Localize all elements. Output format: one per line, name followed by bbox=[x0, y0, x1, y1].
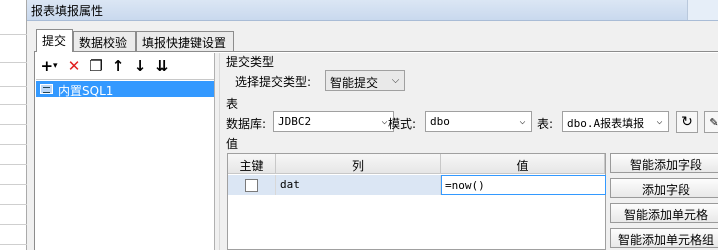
smart-add-cell-group-button[interactable]: 智能添加单元格组 bbox=[610, 228, 718, 248]
column-header-primary-key[interactable]: 主键 bbox=[228, 154, 276, 174]
tab-data-validation[interactable]: 数据校验 bbox=[73, 31, 136, 51]
chevron-down-icon: ⌵ bbox=[651, 112, 668, 131]
database-label: 数据库: bbox=[226, 117, 267, 131]
table-section-label: 表 bbox=[226, 97, 239, 111]
tab-data-validation-label: 数据校验 bbox=[79, 36, 128, 50]
sheet-row-line bbox=[0, 34, 27, 35]
edit-icon: ✎ bbox=[709, 115, 718, 129]
column-cell[interactable]: dat bbox=[276, 175, 441, 195]
table-label: 表: bbox=[537, 117, 554, 131]
move-down-icon: ↓ bbox=[133, 57, 147, 75]
sheet-row-line bbox=[0, 184, 27, 185]
smart-add-cell-button[interactable]: 智能添加单元格 bbox=[610, 203, 718, 223]
tab-shortcut-settings[interactable]: 填报快捷键设置 bbox=[136, 31, 234, 51]
database-select[interactable]: JDBC2 ⌵ bbox=[273, 111, 394, 132]
schema-value: dbo bbox=[430, 115, 450, 128]
move-bottom-button[interactable]: ⇊ bbox=[152, 55, 172, 77]
column-header-column[interactable]: 列 bbox=[276, 154, 441, 174]
toolbar-divider bbox=[36, 79, 214, 80]
sheet-row-line bbox=[0, 244, 27, 245]
value-cell[interactable]: =now() bbox=[441, 175, 606, 195]
copy-button[interactable]: ❐ bbox=[86, 55, 106, 77]
copy-icon: ❐ bbox=[89, 57, 103, 75]
add-field-button[interactable]: 添加字段 bbox=[610, 178, 718, 198]
field-mapping-table[interactable]: 主键 列 值 dat =now() bbox=[227, 153, 606, 250]
sql-table-icon bbox=[40, 84, 53, 94]
primary-key-checkbox[interactable] bbox=[245, 179, 258, 192]
sheet-row-line bbox=[0, 86, 27, 87]
move-bottom-icon: ⇊ bbox=[155, 57, 169, 75]
primary-key-cell[interactable] bbox=[228, 175, 276, 195]
move-down-button[interactable]: ↓ bbox=[130, 55, 150, 77]
add-button[interactable]: + ▾ bbox=[36, 55, 62, 77]
sheet-row-line bbox=[0, 124, 27, 125]
sheet-row-line bbox=[0, 144, 27, 145]
add-icon: + bbox=[40, 57, 54, 75]
database-value: JDBC2 bbox=[278, 115, 312, 128]
column-header-value[interactable]: 值 bbox=[441, 154, 605, 174]
sheet-row-line bbox=[0, 224, 27, 225]
tree-item-label: 内置SQL1 bbox=[58, 84, 114, 98]
move-up-icon: ↑ bbox=[111, 57, 125, 75]
close-button-area[interactable] bbox=[687, 0, 718, 20]
value-section-label: 值 bbox=[226, 137, 239, 151]
window-title: 报表填报属性 bbox=[31, 4, 104, 18]
edit-table-button[interactable]: ✎ bbox=[704, 111, 718, 133]
tab-shortcut-settings-label: 填报快捷键设置 bbox=[142, 36, 227, 50]
submit-type-section-label: 提交类型 bbox=[226, 55, 275, 69]
submit-type-value: 智能提交 bbox=[330, 76, 379, 90]
delete-button[interactable]: ✕ bbox=[64, 55, 84, 77]
schema-label: 模式: bbox=[388, 117, 417, 131]
delete-icon: ✕ bbox=[67, 57, 81, 75]
sheet-row-line bbox=[0, 62, 27, 63]
tree-item-builtin-sql[interactable]: 内置SQL1 bbox=[36, 81, 214, 98]
background-sheet bbox=[0, 0, 27, 250]
move-up-button[interactable]: ↑ bbox=[108, 55, 128, 77]
tab-submit-label: 提交 bbox=[42, 34, 67, 48]
table-select[interactable]: dbo.A报表填报 ⌵ bbox=[562, 111, 669, 132]
table-value: dbo.A报表填报 bbox=[567, 117, 645, 130]
title-bar[interactable]: 报表填报属性 bbox=[27, 0, 718, 21]
sheet-row-line bbox=[0, 104, 27, 105]
tab-submit[interactable]: 提交 bbox=[36, 29, 73, 52]
refresh-icon: ↻ bbox=[681, 114, 693, 130]
report-fill-properties-dialog: 报表填报属性 提交 数据校验 填报快捷键设置 + ▾ ✕ ❐ ↑ ↓ ⇊ 内置S… bbox=[27, 0, 718, 250]
submit-type-select[interactable]: 智能提交 ⌵ bbox=[325, 70, 405, 91]
smart-add-field-button[interactable]: 智能添加字段 bbox=[610, 153, 718, 173]
schema-select[interactable]: dbo ⌵ bbox=[425, 111, 532, 132]
sheet-row-line bbox=[0, 204, 27, 205]
dropdown-caret-icon: ▾ bbox=[53, 61, 58, 71]
chevron-down-icon: ⌵ bbox=[387, 71, 404, 90]
refresh-button[interactable]: ↻ bbox=[676, 111, 698, 133]
sheet-row-line bbox=[0, 164, 27, 165]
submit-type-select-label: 选择提交类型: bbox=[235, 75, 312, 89]
chevron-down-icon: ⌵ bbox=[514, 112, 531, 131]
